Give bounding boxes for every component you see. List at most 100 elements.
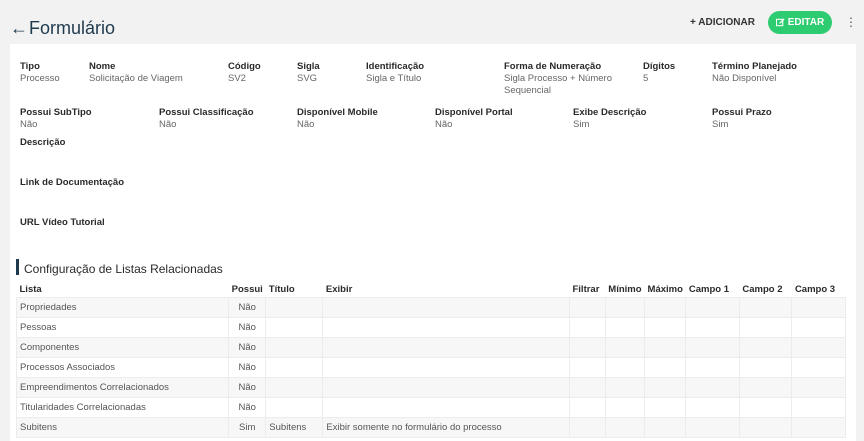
cell-campo-1 xyxy=(685,316,740,338)
page-title: Formulário xyxy=(29,18,116,38)
table-row[interactable]: Pessoas Não xyxy=(15,316,846,338)
field-label: Possui SubTipo xyxy=(20,107,92,118)
cell-campo-3 xyxy=(791,336,846,358)
table-row[interactable]: Empreendimentos Correlacionados Não xyxy=(15,376,846,398)
field-value: Não xyxy=(435,119,453,130)
field-link-documentacao: Link de Documentação xyxy=(20,177,124,189)
table-row[interactable]: Subitens Sim Subitens Exibir somente no … xyxy=(15,416,846,438)
edit-icon xyxy=(775,18,785,27)
field-nome: Nome Solicitação de Viagem xyxy=(89,61,183,85)
cell-maximo xyxy=(644,316,687,338)
cell-titulo xyxy=(265,356,324,378)
cell-maximo xyxy=(644,416,687,438)
cell-minimo xyxy=(604,416,646,438)
column-header-campo-2: Campo 2 xyxy=(742,283,783,295)
field-label: Nome xyxy=(89,61,116,72)
cell-campo-1 xyxy=(685,396,740,418)
cell-filtrar xyxy=(568,356,606,378)
field-label: Código xyxy=(228,61,261,72)
field-label: Exibe Descrição xyxy=(573,107,647,118)
field-disponivel-mobile: Disponível Mobile Não xyxy=(297,107,378,131)
field-value: 5 xyxy=(643,73,649,84)
field-identificacao: Identificação Sigla e Título xyxy=(366,61,424,85)
cell-lista: Subitens xyxy=(15,416,230,438)
add-button[interactable]: + ADICIONAR xyxy=(690,16,755,30)
field-label: Dígitos xyxy=(643,61,676,72)
table-row[interactable]: Componentes Não xyxy=(15,336,846,358)
field-label: Disponível Mobile xyxy=(297,107,378,118)
field-value: Sigla Processo + Número xyxy=(504,73,612,84)
cell-exibir xyxy=(322,396,570,418)
cell-minimo xyxy=(604,296,646,318)
section-title: Configuração de Listas Relacionadas xyxy=(24,262,223,276)
column-header-campo-3: Campo 3 xyxy=(794,283,836,295)
field-value: Sigla e Título xyxy=(366,73,422,84)
field-possui-prazo: Possui Prazo Sim xyxy=(712,107,772,131)
cell-maximo xyxy=(644,356,687,378)
table-row[interactable]: Propriedades Não xyxy=(15,296,846,318)
column-header-maximo: Máximo xyxy=(647,283,683,295)
cell-titulo: Subitens xyxy=(265,416,324,438)
cell-titulo xyxy=(265,316,324,338)
cell-maximo xyxy=(644,376,687,398)
cell-lista: Componentes xyxy=(15,336,230,358)
table-header-row: Lista Possui Título Exibir Filtrar Mínim… xyxy=(17,282,846,297)
field-value: Não xyxy=(159,119,177,130)
top-bar: ← Formulário + ADICIONAR EDITAR ⋮ xyxy=(0,0,864,44)
cell-lista: Processos Associados xyxy=(15,356,230,378)
field-tipo: Tipo Processo xyxy=(20,61,60,85)
arrow-left-icon[interactable]: ← xyxy=(10,18,28,38)
cell-campo-3 xyxy=(791,356,846,378)
cell-possui: Não xyxy=(228,396,267,418)
cell-minimo xyxy=(604,336,646,358)
cell-filtrar xyxy=(568,416,606,438)
cell-lista: Titularidades Correlacionadas xyxy=(15,396,230,418)
cell-lista: Pessoas xyxy=(15,316,230,338)
field-value: Sequencial xyxy=(504,85,552,96)
field-value: Não Disponível xyxy=(712,73,777,84)
field-forma-numeracao: Forma de Numeração Sigla Processo + Núme… xyxy=(504,61,612,97)
cell-exibir xyxy=(322,316,570,338)
field-value: Processo xyxy=(20,73,60,84)
cell-filtrar xyxy=(568,336,606,358)
cell-minimo xyxy=(604,376,646,398)
cell-lista: Propriedades xyxy=(15,296,230,318)
field-value: Solicitação de Viagem xyxy=(89,73,183,84)
field-label: Identificação xyxy=(366,61,425,72)
cell-possui: Não xyxy=(228,376,267,398)
cell-minimo xyxy=(604,396,646,418)
field-possui-subtipo: Possui SubTipo Não xyxy=(20,107,92,131)
cell-campo-3 xyxy=(791,396,846,418)
cell-exibir xyxy=(322,296,570,318)
cell-campo-1 xyxy=(685,336,740,358)
cell-campo-2 xyxy=(738,356,793,378)
cell-campo-3 xyxy=(791,376,846,398)
edit-button-label: EDITAR xyxy=(787,17,825,28)
cell-campo-3 xyxy=(791,416,846,438)
cell-maximo xyxy=(644,336,687,358)
field-value: SV2 xyxy=(228,73,246,84)
column-header-titulo: Título xyxy=(268,283,295,295)
edit-button[interactable]: EDITAR xyxy=(768,11,832,34)
cell-minimo xyxy=(604,316,646,338)
cell-titulo xyxy=(265,376,324,398)
field-label: Sigla xyxy=(297,61,320,72)
cell-campo-2 xyxy=(738,416,793,438)
field-label: Possui Prazo xyxy=(712,107,772,118)
cell-exibir xyxy=(322,356,570,378)
cell-exibir: Exibir somente no formulário do processo xyxy=(322,416,570,438)
table-row[interactable]: Processos Associados Não xyxy=(15,356,846,378)
field-termino-planejado: Término Planejado Não Disponível xyxy=(712,61,797,85)
field-label: Tipo xyxy=(20,61,40,72)
column-header-lista: Lista xyxy=(19,283,42,295)
cell-filtrar xyxy=(568,296,606,318)
field-label: Link de Documentação xyxy=(20,177,124,188)
cell-possui: Não xyxy=(228,296,267,318)
field-exibe-descricao: Exibe Descrição Sim xyxy=(573,107,646,131)
kebab-menu-icon[interactable]: ⋮ xyxy=(845,16,857,28)
table-row[interactable]: Titularidades Correlacionadas Não xyxy=(15,396,846,418)
field-value: Não xyxy=(297,119,315,130)
field-codigo: Código SV2 xyxy=(228,61,261,85)
field-label: Término Planejado xyxy=(712,61,797,72)
cell-exibir xyxy=(322,376,570,398)
